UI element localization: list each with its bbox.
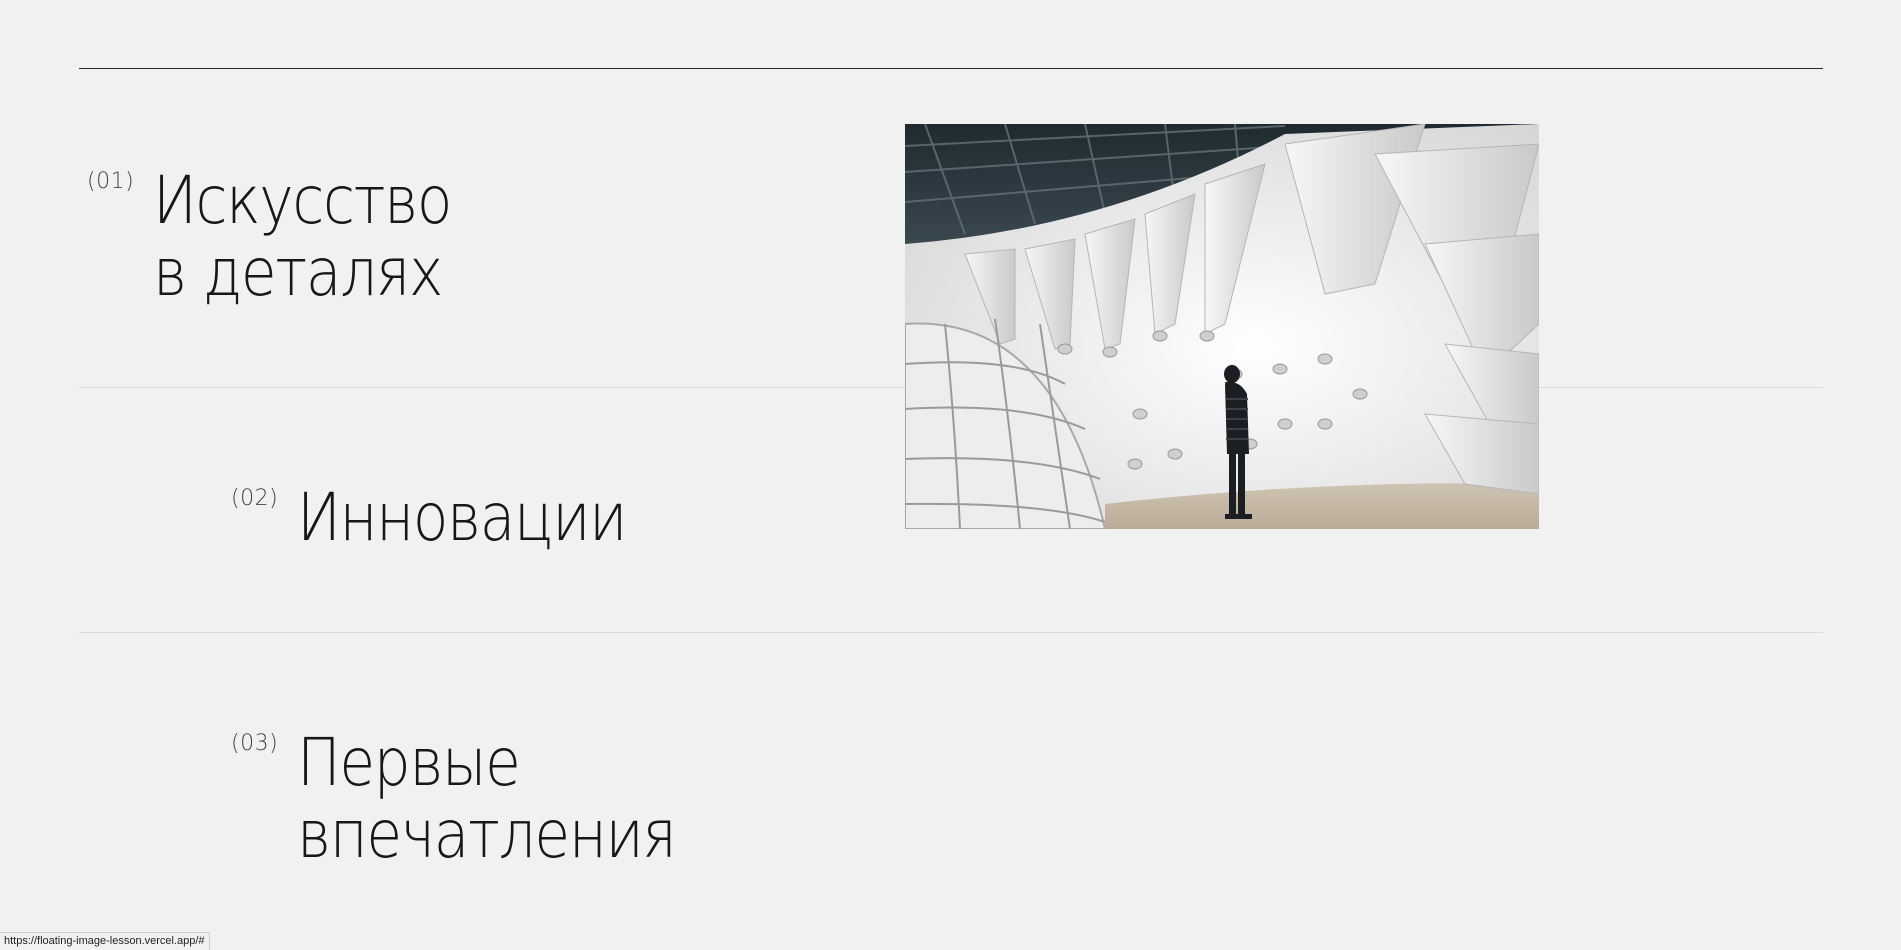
installation-photo bbox=[905, 124, 1539, 529]
floating-image bbox=[905, 124, 1539, 529]
item-title: Первые впечатления bbox=[297, 724, 677, 873]
list-item-01[interactable]: (01) Искусство в деталях bbox=[87, 165, 492, 309]
item-title: Инновации bbox=[297, 479, 627, 556]
item-title-line: Первые bbox=[297, 724, 521, 801]
top-rule bbox=[79, 68, 1823, 69]
item-title-line: в деталях bbox=[153, 234, 443, 311]
list-item-02[interactable]: (02) Инновации bbox=[231, 482, 671, 554]
status-bar-url: https://floating-image-lesson.vercel.app… bbox=[0, 932, 210, 950]
row-divider bbox=[79, 632, 1823, 633]
item-number: (02) bbox=[231, 486, 279, 511]
item-title-line: впечатления bbox=[297, 796, 677, 873]
item-number: (01) bbox=[87, 169, 135, 194]
item-title: Искусство в деталях bbox=[153, 162, 452, 311]
list-item-03[interactable]: (03) Первые впечатления bbox=[231, 727, 727, 871]
item-title-line: Искусство bbox=[153, 162, 452, 239]
item-number: (03) bbox=[231, 731, 279, 756]
item-title-line: Инновации bbox=[297, 479, 627, 556]
